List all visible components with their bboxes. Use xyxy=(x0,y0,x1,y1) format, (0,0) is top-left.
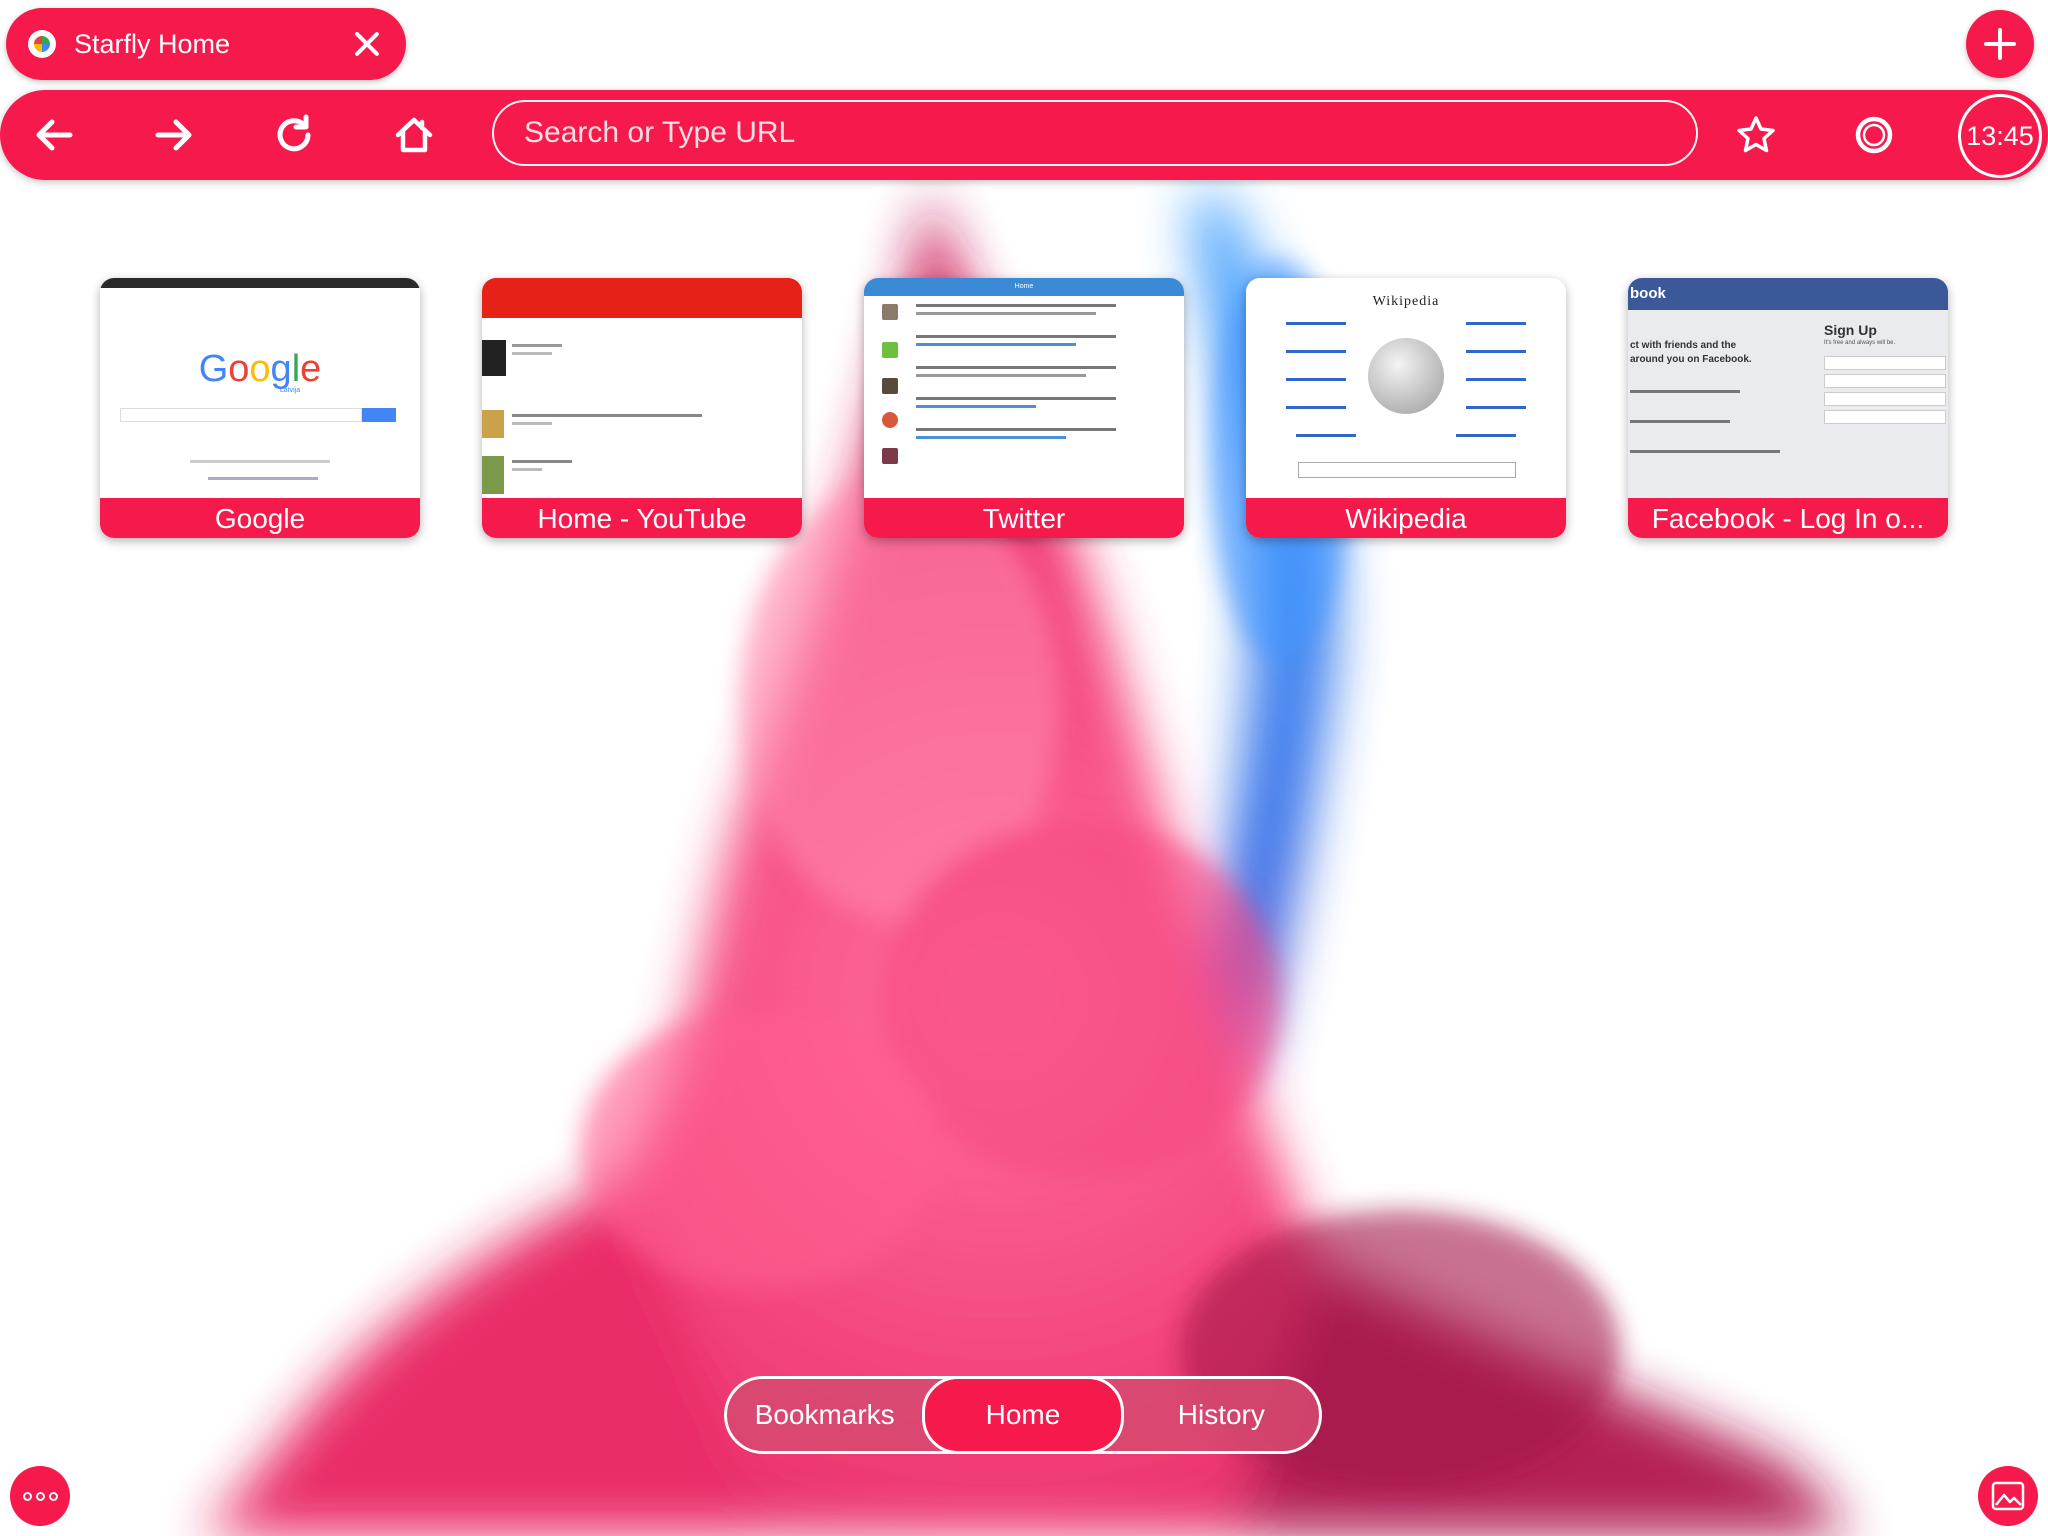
home-button[interactable] xyxy=(382,103,446,167)
ring-icon xyxy=(1855,116,1893,154)
more-menu-button[interactable] xyxy=(10,1466,70,1526)
home-icon xyxy=(395,117,433,153)
twitter-header: Home xyxy=(864,278,1184,296)
browser-tab[interactable]: Starfly Home xyxy=(6,8,406,80)
tab-bookmarks[interactable]: Bookmarks xyxy=(727,1379,922,1451)
facebook-connect-text: ct with friends and the xyxy=(1630,340,1737,351)
tile-label: Facebook - Log In o... xyxy=(1628,498,1948,538)
url-search-input[interactable] xyxy=(492,100,1698,166)
new-tab-button[interactable] xyxy=(1966,10,2034,78)
tile-label: Home - YouTube xyxy=(482,498,802,538)
speed-dial-wikipedia[interactable]: Wikipedia Wikipedia xyxy=(1246,278,1566,538)
reload-button[interactable] xyxy=(262,103,326,167)
facebook-thumbnail: book ct with friends and the around you … xyxy=(1628,278,1948,498)
private-mode-button[interactable] xyxy=(1842,103,1906,167)
bottom-navigation: Bookmarks Home History xyxy=(724,1376,1322,1454)
facebook-around-text: around you on Facebook. xyxy=(1630,354,1752,365)
navigation-toolbar: 13:45 xyxy=(0,90,2048,180)
tab-title: Starfly Home xyxy=(74,28,231,59)
youtube-thumbnail xyxy=(482,278,802,498)
wikipedia-logo: Wikipedia xyxy=(1372,294,1440,309)
dot-icon xyxy=(22,1491,32,1501)
tile-label: Twitter xyxy=(864,498,1184,538)
speed-dial-twitter[interactable]: Home Twitter xyxy=(864,278,1184,538)
arrow-left-icon xyxy=(36,119,73,151)
wikipedia-thumbnail: Wikipedia xyxy=(1246,278,1566,498)
forward-button[interactable] xyxy=(142,103,206,167)
tab-home[interactable]: Home xyxy=(922,1376,1124,1454)
clock-button[interactable]: 13:45 xyxy=(1958,94,2042,178)
tab-history[interactable]: History xyxy=(1124,1379,1319,1451)
speed-dial: Google Latvija Google Home - YouTube Hom… xyxy=(0,278,2048,540)
wallpaper-button[interactable] xyxy=(1978,1466,2038,1526)
bookmark-star-button[interactable] xyxy=(1724,103,1788,167)
twitter-thumbnail: Home xyxy=(864,278,1184,498)
google-thumbnail: Google Latvija xyxy=(100,278,420,498)
facebook-tagline: It's free and always will be. xyxy=(1824,340,1896,346)
dot-icon xyxy=(48,1491,58,1501)
speed-dial-facebook[interactable]: book ct with friends and the around you … xyxy=(1628,278,1948,538)
facebook-signup-title: Sign Up xyxy=(1824,322,1877,338)
back-button[interactable] xyxy=(22,103,86,167)
speed-dial-youtube[interactable]: Home - YouTube xyxy=(482,278,802,538)
close-tab-icon[interactable] xyxy=(346,24,386,64)
tile-label: Google xyxy=(100,498,420,538)
image-icon xyxy=(1991,1481,2025,1511)
arrow-right-icon xyxy=(155,119,192,151)
google-logo: Google xyxy=(198,348,322,390)
wallpaper-background xyxy=(200,190,1850,1536)
star-icon xyxy=(1737,116,1775,153)
tile-label: Wikipedia xyxy=(1246,498,1566,538)
dot-icon xyxy=(35,1491,45,1501)
facebook-brand: book xyxy=(1628,278,1948,310)
speed-dial-google[interactable]: Google Latvija Google xyxy=(100,278,420,538)
wikipedia-globe-icon xyxy=(1368,338,1444,414)
reload-icon xyxy=(277,114,311,152)
tab-favicon-icon xyxy=(28,30,56,58)
